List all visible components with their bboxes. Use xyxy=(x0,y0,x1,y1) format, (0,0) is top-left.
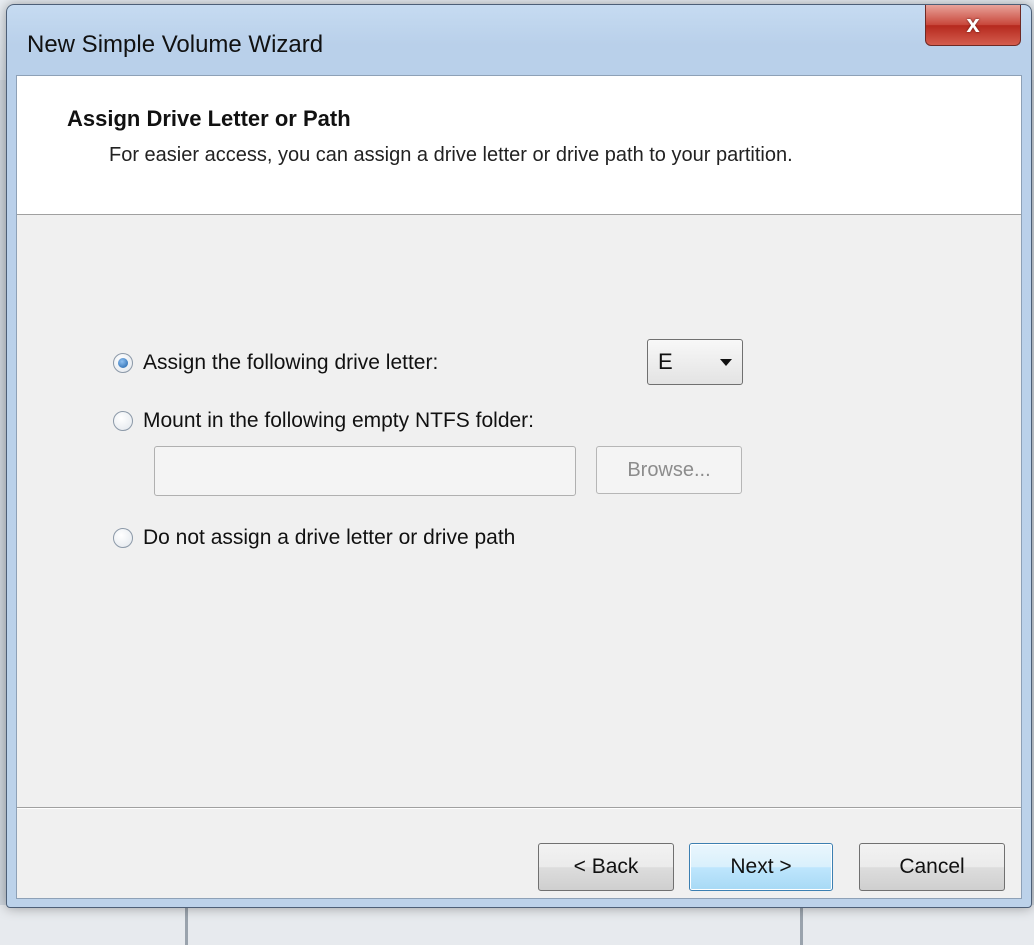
no-assign-label[interactable]: Do not assign a drive letter or drive pa… xyxy=(143,526,515,550)
background-divider xyxy=(185,905,188,945)
folder-path-input[interactable] xyxy=(154,446,576,496)
wizard-header: Assign Drive Letter or Path For easier a… xyxy=(17,76,1021,215)
window-title: New Simple Volume Wizard xyxy=(27,31,324,58)
background-divider xyxy=(800,905,803,945)
wizard-client-area: Assign Drive Letter or Path For easier a… xyxy=(16,75,1022,899)
drive-letter-value: E xyxy=(658,349,673,374)
page-title: Assign Drive Letter or Path xyxy=(67,106,351,131)
mount-folder-label[interactable]: Mount in the following empty NTFS folder… xyxy=(143,409,534,433)
mount-folder-option[interactable]: Mount in the following empty NTFS folder… xyxy=(113,409,534,433)
mount-folder-radio[interactable] xyxy=(113,411,133,431)
assign-letter-radio[interactable] xyxy=(113,353,133,373)
background-taskbar-area xyxy=(0,905,1034,945)
title-bar[interactable]: New Simple Volume Wizard x xyxy=(7,5,1031,75)
no-assign-option[interactable]: Do not assign a drive letter or drive pa… xyxy=(113,526,515,550)
close-button[interactable]: x xyxy=(925,5,1021,46)
footer-divider xyxy=(17,807,1021,809)
back-button[interactable]: < Back xyxy=(538,843,674,891)
dropdown-arrow-icon xyxy=(720,359,732,366)
assign-letter-option[interactable]: Assign the following drive letter: xyxy=(113,351,438,375)
no-assign-radio[interactable] xyxy=(113,528,133,548)
wizard-window: New Simple Volume Wizard x Assign Drive … xyxy=(6,4,1032,908)
close-icon: x xyxy=(966,11,980,38)
next-button[interactable]: Next > xyxy=(689,843,833,891)
browse-button[interactable]: Browse... xyxy=(596,446,742,494)
cancel-button[interactable]: Cancel xyxy=(859,843,1005,891)
drive-letter-dropdown[interactable]: E xyxy=(647,339,743,385)
page-subtitle: For easier access, you can assign a driv… xyxy=(109,144,793,166)
assign-letter-label[interactable]: Assign the following drive letter: xyxy=(143,351,438,375)
